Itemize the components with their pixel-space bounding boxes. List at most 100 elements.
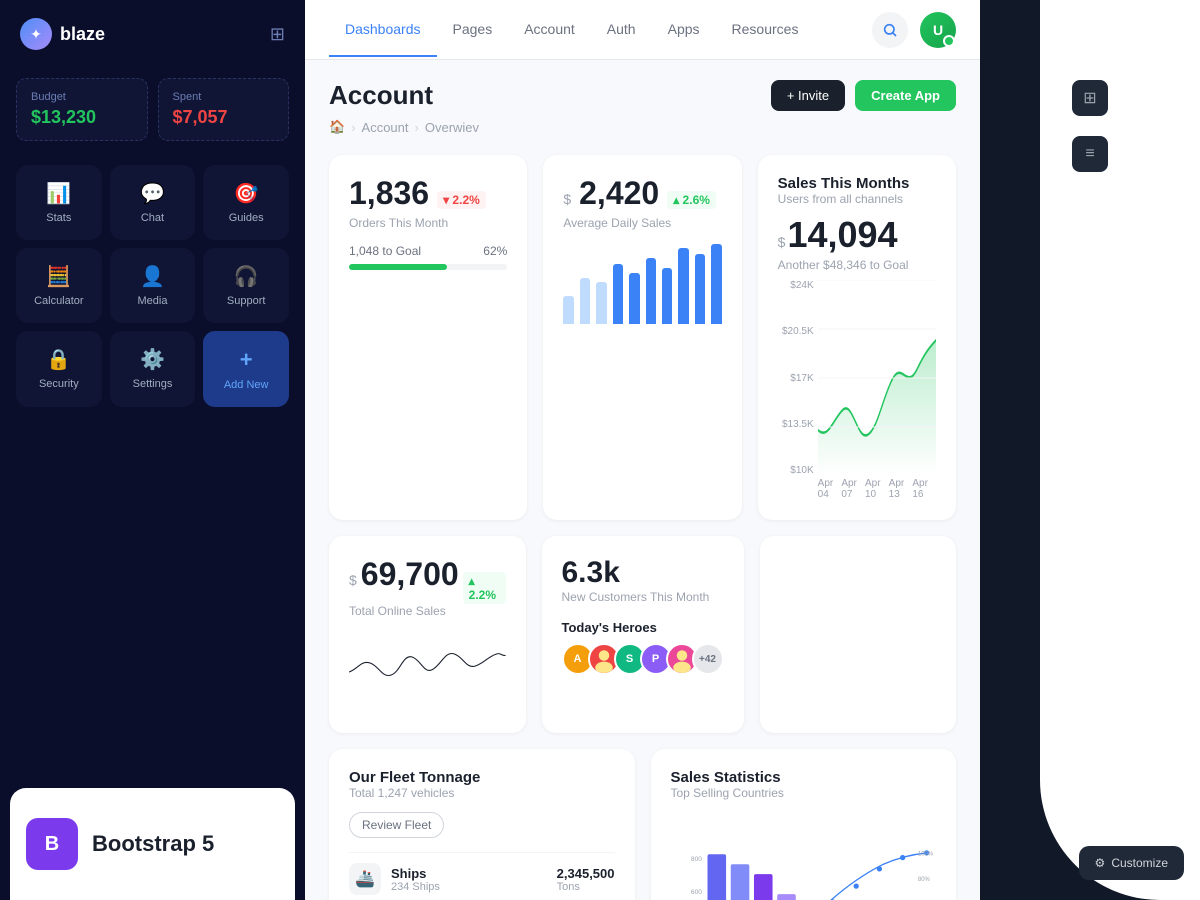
sales-line-chart: $24K $20.5K $17K $13.5K $10K (778, 280, 936, 500)
sidebar-item-chat[interactable]: 💬 Chat (110, 165, 196, 240)
sidebar-item-support[interactable]: 🎧 Support (203, 248, 289, 323)
sales-amount: 14,094 (787, 214, 897, 256)
tab-dashboards[interactable]: Dashboards (329, 3, 437, 57)
security-icon: 🔒 (46, 347, 71, 372)
chat-icon: 💬 (140, 181, 165, 206)
nav-right: U (872, 12, 956, 48)
right-panel-content: ⊞ ≡ ⚙ Customize (980, 0, 1200, 900)
calculator-icon: 🧮 (46, 264, 71, 289)
sidebar-item-stats[interactable]: 📊 Stats (16, 165, 102, 240)
sidebar-item-calculator[interactable]: 🧮 Calculator (16, 248, 102, 323)
chat-label: Chat (141, 212, 164, 224)
tab-apps[interactable]: Apps (652, 3, 716, 57)
budget-cards: Budget $13,230 Spent $7,057 (0, 68, 305, 157)
customers-number: 6.3k (562, 556, 724, 590)
ships-count: 234 Ships (391, 881, 440, 893)
breadcrumb-current: Overwiev (425, 120, 479, 135)
calculator-label: Calculator (34, 295, 84, 307)
heroes-label: Today's Heroes (562, 620, 724, 635)
customize-icon: ⚙ (1095, 856, 1106, 870)
customize-label: Customize (1111, 856, 1168, 870)
bootstrap-badge: B Bootstrap 5 (26, 808, 279, 880)
daily-sales-badge: ▴ 2.6% (667, 191, 716, 209)
new-customers-card: 6.3k New Customers This Month Today's He… (542, 536, 744, 733)
svg-text:100%: 100% (917, 852, 933, 858)
rp-icon-2[interactable]: ≡ (1072, 136, 1108, 172)
bar-4 (613, 264, 623, 324)
breadcrumb-home: 🏠 (329, 119, 345, 135)
search-button[interactable] (872, 12, 908, 48)
progress-section: 1,048 to Goal 62% (349, 244, 507, 270)
header-actions: + Invite Create App (771, 80, 956, 111)
budget-label: Budget (31, 91, 133, 103)
top-nav: Dashboards Pages Account Auth Apps Resou… (305, 0, 980, 60)
stats-label: Stats (46, 212, 71, 224)
ships-value: 2,345,500 (557, 866, 615, 881)
chart-svg-area (818, 280, 936, 476)
sidebar-item-settings[interactable]: ⚙️ Settings (110, 331, 196, 407)
bar-7 (662, 268, 672, 324)
spent-value: $7,057 (173, 107, 275, 128)
security-label: Security (39, 378, 79, 390)
sidebar-item-media[interactable]: 👤 Media (110, 248, 196, 323)
orders-badge: ▾ 2.2% (437, 191, 486, 209)
svg-text:800: 800 (690, 856, 701, 863)
tab-pages[interactable]: Pages (437, 3, 509, 57)
total-sales-number: 69,700 (361, 556, 459, 593)
settings-label: Settings (133, 378, 173, 390)
customers-label: New Customers This Month (562, 590, 724, 604)
menu-toggle-icon[interactable]: ⊞ (270, 24, 285, 45)
media-label: Media (138, 295, 168, 307)
stats-grid: 1,836 ▾ 2.2% Orders This Month 1,048 to … (329, 155, 956, 520)
logo-icon: ✦ (20, 18, 52, 50)
breadcrumb: 🏠 › Account › Overwiev (329, 119, 956, 135)
budget-value: $13,230 (31, 107, 133, 128)
sidebar-item-guides[interactable]: 🎯 Guides (203, 165, 289, 240)
sales-title: Sales This Months (778, 175, 936, 192)
sidebar-bottom: B Bootstrap 5 (10, 788, 295, 900)
page-content: Account + Invite Create App 🏠 › Account … (305, 60, 980, 900)
sales-stats-subtitle: Top Selling Countries (671, 786, 937, 800)
svg-text:600: 600 (690, 889, 701, 896)
customize-button[interactable]: ⚙ Customize (1079, 846, 1184, 880)
rp-icon-1[interactable]: ⊞ (1072, 80, 1108, 116)
add-new-label: Add New (224, 379, 269, 391)
sales-subtitle: Users from all channels (778, 192, 936, 206)
create-app-button[interactable]: Create App (855, 80, 956, 111)
add-new-icon: + (240, 347, 253, 373)
spent-card: Spent $7,057 (158, 78, 290, 141)
total-sales-card: $ 69,700 ▴ 2.2% Total Online Sales (329, 536, 526, 733)
nav-tabs: Dashboards Pages Account Auth Apps Resou… (329, 3, 814, 57)
tab-resources[interactable]: Resources (716, 3, 815, 57)
daily-sales-chart (563, 244, 721, 324)
fleet-card: Our Fleet Tonnage Total 1,247 vehicles R… (329, 749, 635, 900)
heroes-section: Today's Heroes A S P +42 (562, 620, 724, 675)
sales-this-month-card: Sales This Months Users from all channel… (758, 155, 956, 520)
user-avatar[interactable]: U (920, 12, 956, 48)
tab-account[interactable]: Account (508, 3, 591, 57)
total-sales-badge: ▴ 2.2% (463, 572, 506, 604)
review-fleet-button[interactable]: Review Fleet (349, 812, 444, 838)
bar-8 (678, 248, 688, 324)
breadcrumb-account[interactable]: Account (362, 120, 409, 135)
invite-button[interactable]: + Invite (771, 80, 845, 111)
ships-name: Ships (391, 866, 440, 881)
hero-count: +42 (692, 643, 724, 675)
bar-5 (629, 273, 639, 324)
sales-stats-title: Sales Statistics (671, 769, 937, 786)
sidebar-header: ✦ blaze ⊞ (0, 0, 305, 68)
fleet-subtitle: Total 1,247 vehicles (349, 786, 615, 800)
support-icon: 🎧 (234, 264, 259, 289)
settings-icon: ⚙️ (140, 347, 165, 372)
ships-icon: 🚢 (349, 863, 381, 895)
page-title: Account (329, 80, 433, 111)
sidebar-item-add-new[interactable]: + Add New (203, 331, 289, 407)
guides-label: Guides (229, 212, 264, 224)
orders-label: Orders This Month (349, 216, 507, 230)
sidebar-item-security[interactable]: 🔒 Security (16, 331, 102, 407)
bar-6 (646, 258, 656, 324)
support-label: Support (227, 295, 266, 307)
orders-card: 1,836 ▾ 2.2% Orders This Month 1,048 to … (329, 155, 527, 520)
tab-auth[interactable]: Auth (591, 3, 652, 57)
bar-2 (580, 278, 590, 324)
